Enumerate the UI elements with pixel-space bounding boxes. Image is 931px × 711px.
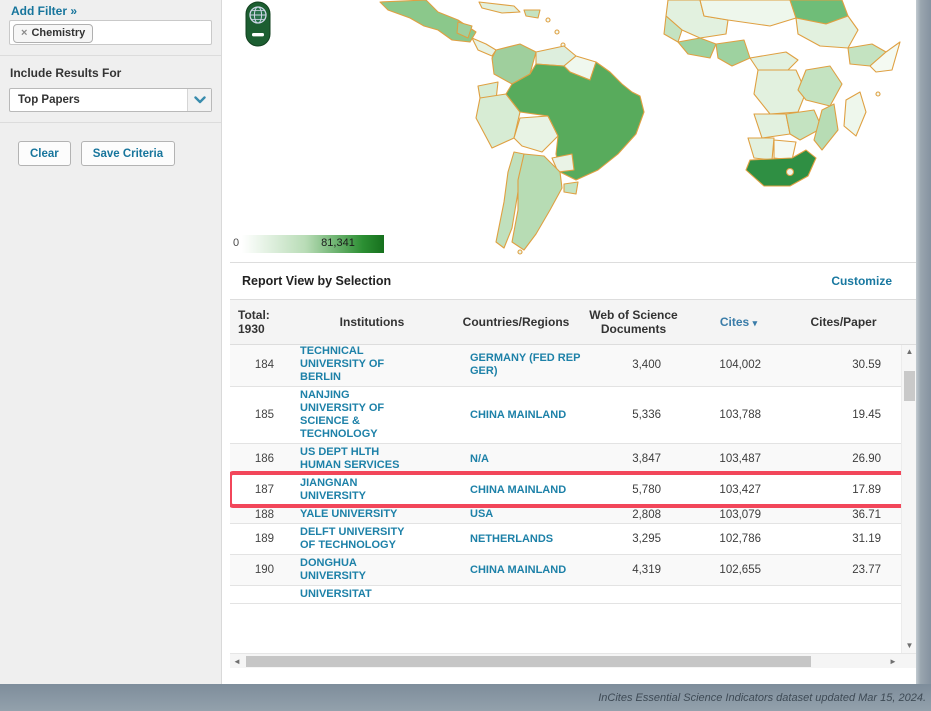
sort-desc-icon: ▾ (753, 318, 758, 328)
rank-cell: 184 (230, 359, 288, 371)
cites-per-paper-value: 26.90 (781, 453, 901, 465)
institution-link[interactable]: YALE UNIVERSITY (288, 508, 456, 521)
table-row-highlighted: 187JIANGNAN UNIVERSITYCHINA MAINLAND5,78… (230, 475, 901, 506)
institution-link[interactable]: US DEPT HLTH HUMAN SERVICES (288, 446, 456, 472)
cites-value: 103,788 (681, 409, 781, 421)
wos-documents-value: 4,319 (596, 564, 681, 576)
rank-cell: 189 (230, 533, 288, 545)
customize-link[interactable]: Customize (831, 274, 892, 288)
rank-cell: 190 (230, 564, 288, 576)
horizontal-scrollbar[interactable]: ◄ ► (230, 653, 916, 668)
sidebar-divider (0, 122, 221, 123)
country-link[interactable]: USA (456, 508, 596, 521)
institution-link[interactable]: TECHNICAL UNIVERSITY OF BERLIN (288, 345, 456, 384)
table-row: 188YALE UNIVERSITYUSA2,808103,07936.71 (230, 506, 901, 524)
institution-link[interactable]: JIANGNAN UNIVERSITY (288, 477, 456, 503)
table-header-row: Total:1930 Institutions Countries/Region… (230, 300, 916, 345)
country-link[interactable]: CHINA MAINLAND (456, 409, 596, 422)
rank-cell: 185 (230, 409, 288, 421)
wos-documents-value: 5,336 (596, 409, 681, 421)
sidebar-divider (0, 55, 221, 56)
cites-value: 102,786 (681, 533, 781, 545)
table-row: 185NANJING UNIVERSITY OF SCIENCE & TECHN… (230, 387, 901, 444)
chip-remove-icon[interactable]: × (21, 27, 27, 39)
report-view-band: Report View by Selection Customize (230, 262, 916, 300)
cites-value: 102,655 (681, 564, 781, 576)
cites-per-paper-value: 31.19 (781, 533, 901, 545)
table-row: 190DONGHUA UNIVERSITYCHINA MAINLAND4,319… (230, 555, 901, 586)
country-link[interactable]: CHINA MAINLAND (456, 484, 596, 497)
filter-chip-chemistry[interactable]: × Chemistry (13, 24, 93, 43)
institution-link[interactable]: UNIVERSITAT (288, 588, 456, 601)
country-link[interactable]: N/A (456, 453, 596, 466)
filter-chip-container[interactable]: × Chemistry (9, 20, 212, 45)
institution-link[interactable]: DONGHUA UNIVERSITY (288, 557, 456, 583)
wos-documents-value: 5,780 (596, 484, 681, 496)
country-link[interactable]: CHINA MAINLAND (456, 564, 596, 577)
dropdown-value: Top Papers (10, 94, 80, 106)
status-footer: InCites Essential Science Indicators dat… (0, 684, 931, 711)
legend-max-value: 81,341 (293, 237, 383, 249)
cites-value: 103,487 (681, 453, 781, 465)
table-row: 184TECHNICAL UNIVERSITY OF BERLINGERMANY… (230, 345, 901, 387)
zoom-out-icon (252, 33, 264, 36)
country-link[interactable]: GERMANY (FED REP GER) (456, 352, 596, 378)
column-header-wos-documents: Web of Science Documents (576, 308, 691, 336)
chevron-down-icon[interactable] (187, 89, 211, 111)
wos-documents-value: 2,808 (596, 509, 681, 521)
table-row: 186US DEPT HLTH HUMAN SERVICESN/A3,84710… (230, 444, 901, 475)
cites-per-paper-value: 19.45 (781, 409, 901, 421)
horizontal-scroll-thumb[interactable] (246, 656, 811, 667)
rank-cell: 186 (230, 453, 288, 465)
legend-min-value: 0 (233, 237, 239, 249)
table-row: UNIVERSITAT (230, 586, 901, 604)
institution-link[interactable]: DELFT UNIVERSITY OF TECHNOLOGY (288, 526, 456, 552)
clear-button[interactable]: Clear (18, 141, 71, 166)
rank-cell: 187 (230, 484, 288, 496)
cites-per-paper-value: 17.89 (781, 484, 901, 496)
wos-documents-value: 3,400 (596, 359, 681, 371)
institution-link[interactable]: NANJING UNIVERSITY OF SCIENCE & TECHNOLO… (288, 389, 456, 441)
cites-per-paper-value: 36.71 (781, 509, 901, 521)
choropleth-map[interactable] (230, 0, 916, 258)
vertical-scrollbar[interactable]: ▲ ▼ (901, 345, 916, 653)
total-count-header: Total:1930 (230, 308, 288, 336)
chip-label: Chemistry (31, 27, 85, 39)
column-header-cites-per-paper: Cites/Paper (786, 315, 901, 329)
cites-per-paper-value: 23.77 (781, 564, 901, 576)
dataset-updated-note: InCites Essential Science Indicators dat… (598, 692, 926, 704)
report-view-title: Report View by Selection (242, 274, 391, 288)
wos-documents-value: 3,847 (596, 453, 681, 465)
column-header-institutions: Institutions (288, 315, 456, 329)
table-viewport: UNIVERSITYMAINLAND184TECHNICAL UNIVERSIT… (230, 345, 916, 653)
window-backdrop-strip (916, 0, 931, 711)
scroll-down-icon[interactable]: ▼ (902, 639, 916, 653)
country-link[interactable] (456, 589, 596, 601)
vertical-scroll-thumb[interactable] (904, 371, 915, 401)
add-filter-link[interactable]: Add Filter » (11, 4, 221, 18)
cites-per-paper-value: 30.59 (781, 359, 901, 371)
wos-documents-value: 3,295 (596, 533, 681, 545)
scroll-up-icon[interactable]: ▲ (902, 345, 916, 359)
scroll-right-icon[interactable]: ► (886, 654, 900, 669)
map-zoom-control (246, 2, 270, 46)
cites-value: 104,002 (681, 359, 781, 371)
save-criteria-button[interactable]: Save Criteria (81, 141, 175, 166)
column-header-countries: Countries/Regions (456, 315, 576, 329)
filter-sidebar: Add Filter » × Chemistry Include Results… (0, 0, 222, 684)
table-row: 189DELFT UNIVERSITY OF TECHNOLOGYNETHERL… (230, 524, 901, 555)
cites-value: 103,427 (681, 484, 781, 496)
map-legend: 0 81,341 (233, 235, 433, 253)
column-header-cites-sort[interactable]: Cites ▾ (691, 315, 786, 330)
cites-value: 103,079 (681, 509, 781, 521)
esi-page: Add Filter » × Chemistry Include Results… (0, 0, 931, 711)
results-dropdown[interactable]: Top Papers (9, 88, 212, 112)
rank-cell: 188 (230, 509, 288, 521)
include-results-label: Include Results For (10, 66, 221, 80)
world-map[interactable]: 0 81,341 (230, 0, 916, 258)
scroll-left-icon[interactable]: ◄ (230, 654, 244, 669)
table-body: UNIVERSITYMAINLAND184TECHNICAL UNIVERSIT… (230, 345, 901, 604)
country-link[interactable]: NETHERLANDS (456, 533, 596, 546)
